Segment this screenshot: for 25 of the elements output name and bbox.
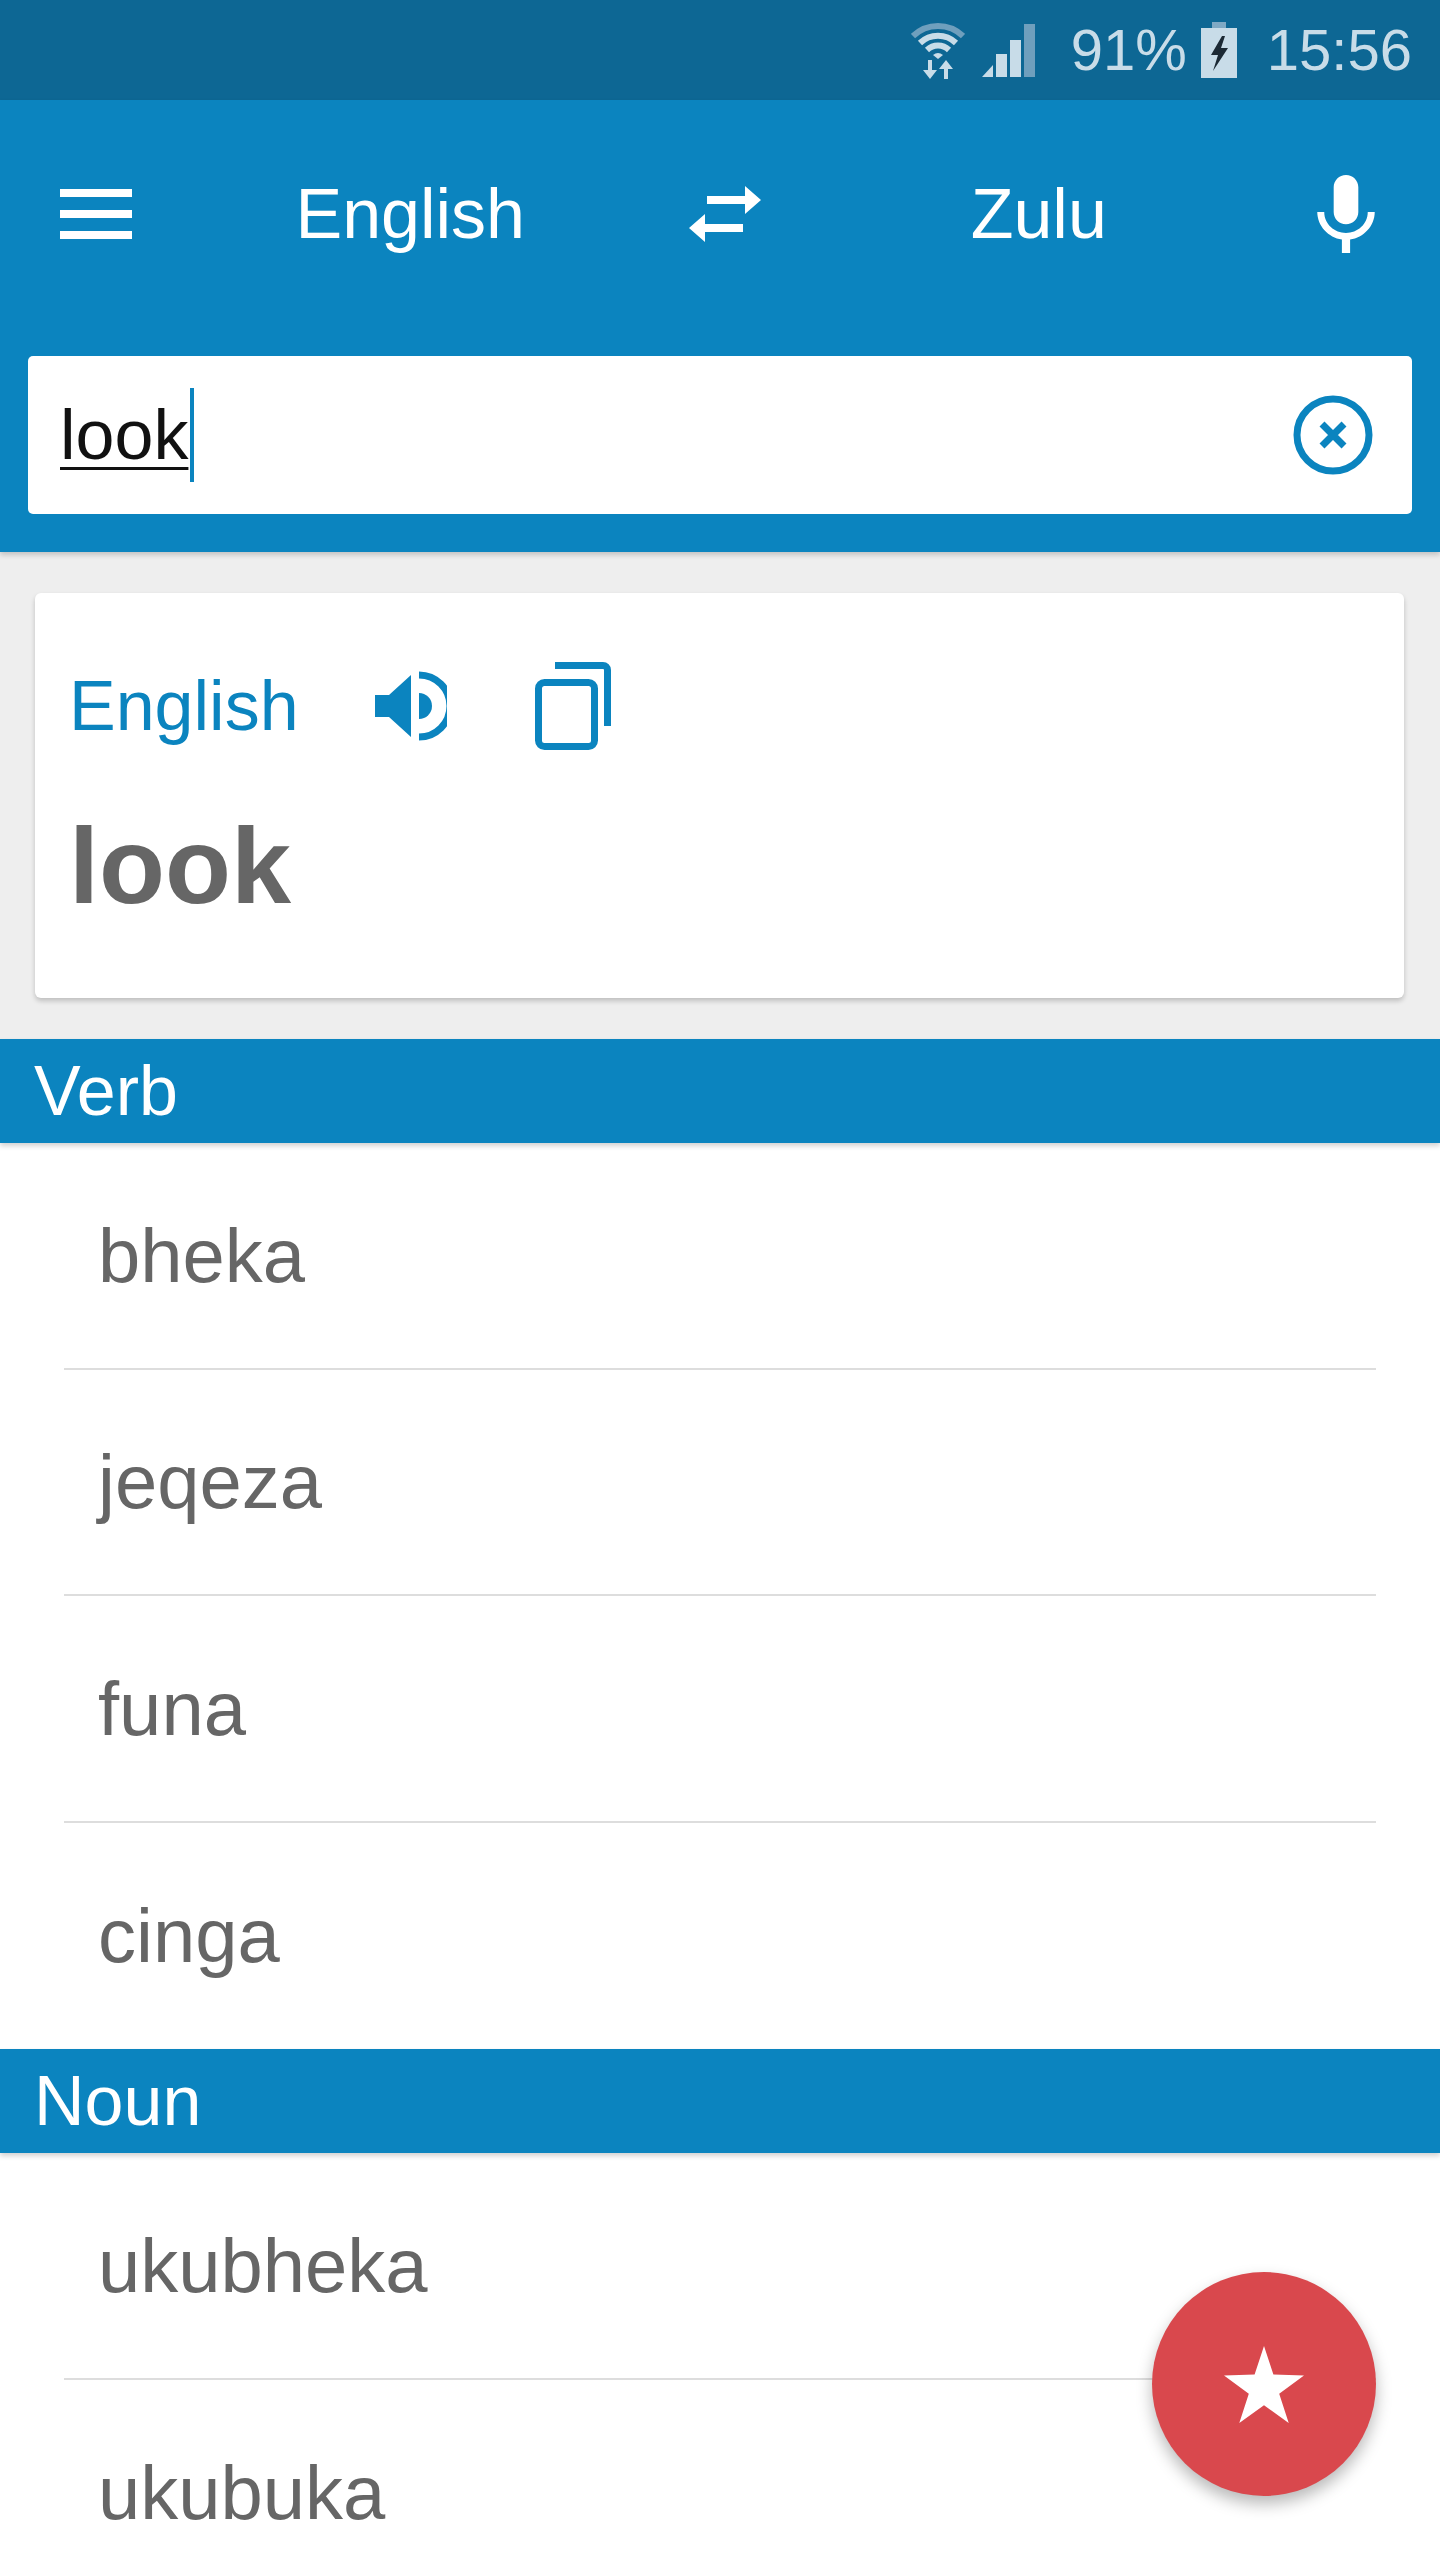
star-icon [1224, 2345, 1304, 2423]
swap-arrows-icon[interactable] [688, 186, 761, 242]
translation-item[interactable]: jeqeza [98, 1436, 322, 1528]
wifi-icon [910, 21, 965, 79]
clear-icon[interactable] [1293, 395, 1373, 475]
part-of-speech-header: Noun [0, 2049, 1440, 2153]
translation-item[interactable]: funa [98, 1662, 246, 1754]
battery-percent: 91% [1070, 21, 1187, 79]
source-term: look [69, 812, 291, 920]
translation-item[interactable]: ukubheka [98, 2219, 428, 2311]
signal-icon [981, 23, 1035, 77]
clock-time: 15:56 [1266, 21, 1412, 79]
microphone-icon[interactable] [1317, 175, 1375, 253]
target-language-button[interactable]: Zulu [970, 172, 1107, 256]
source-language-button[interactable]: English [295, 172, 526, 256]
menu-icon[interactable] [60, 189, 132, 239]
search-field[interactable]: look [28, 356, 1412, 514]
language-label: English [69, 666, 299, 747]
part-of-speech-header: Verb [0, 1039, 1440, 1143]
battery-charging-icon [1200, 22, 1237, 78]
translation-item[interactable]: ukubuka [98, 2447, 386, 2539]
translation-item[interactable]: bheka [98, 1209, 306, 1301]
copy-icon[interactable] [534, 662, 611, 750]
translation-item[interactable]: cinga [98, 1890, 280, 1982]
speaker-icon[interactable] [374, 671, 447, 741]
